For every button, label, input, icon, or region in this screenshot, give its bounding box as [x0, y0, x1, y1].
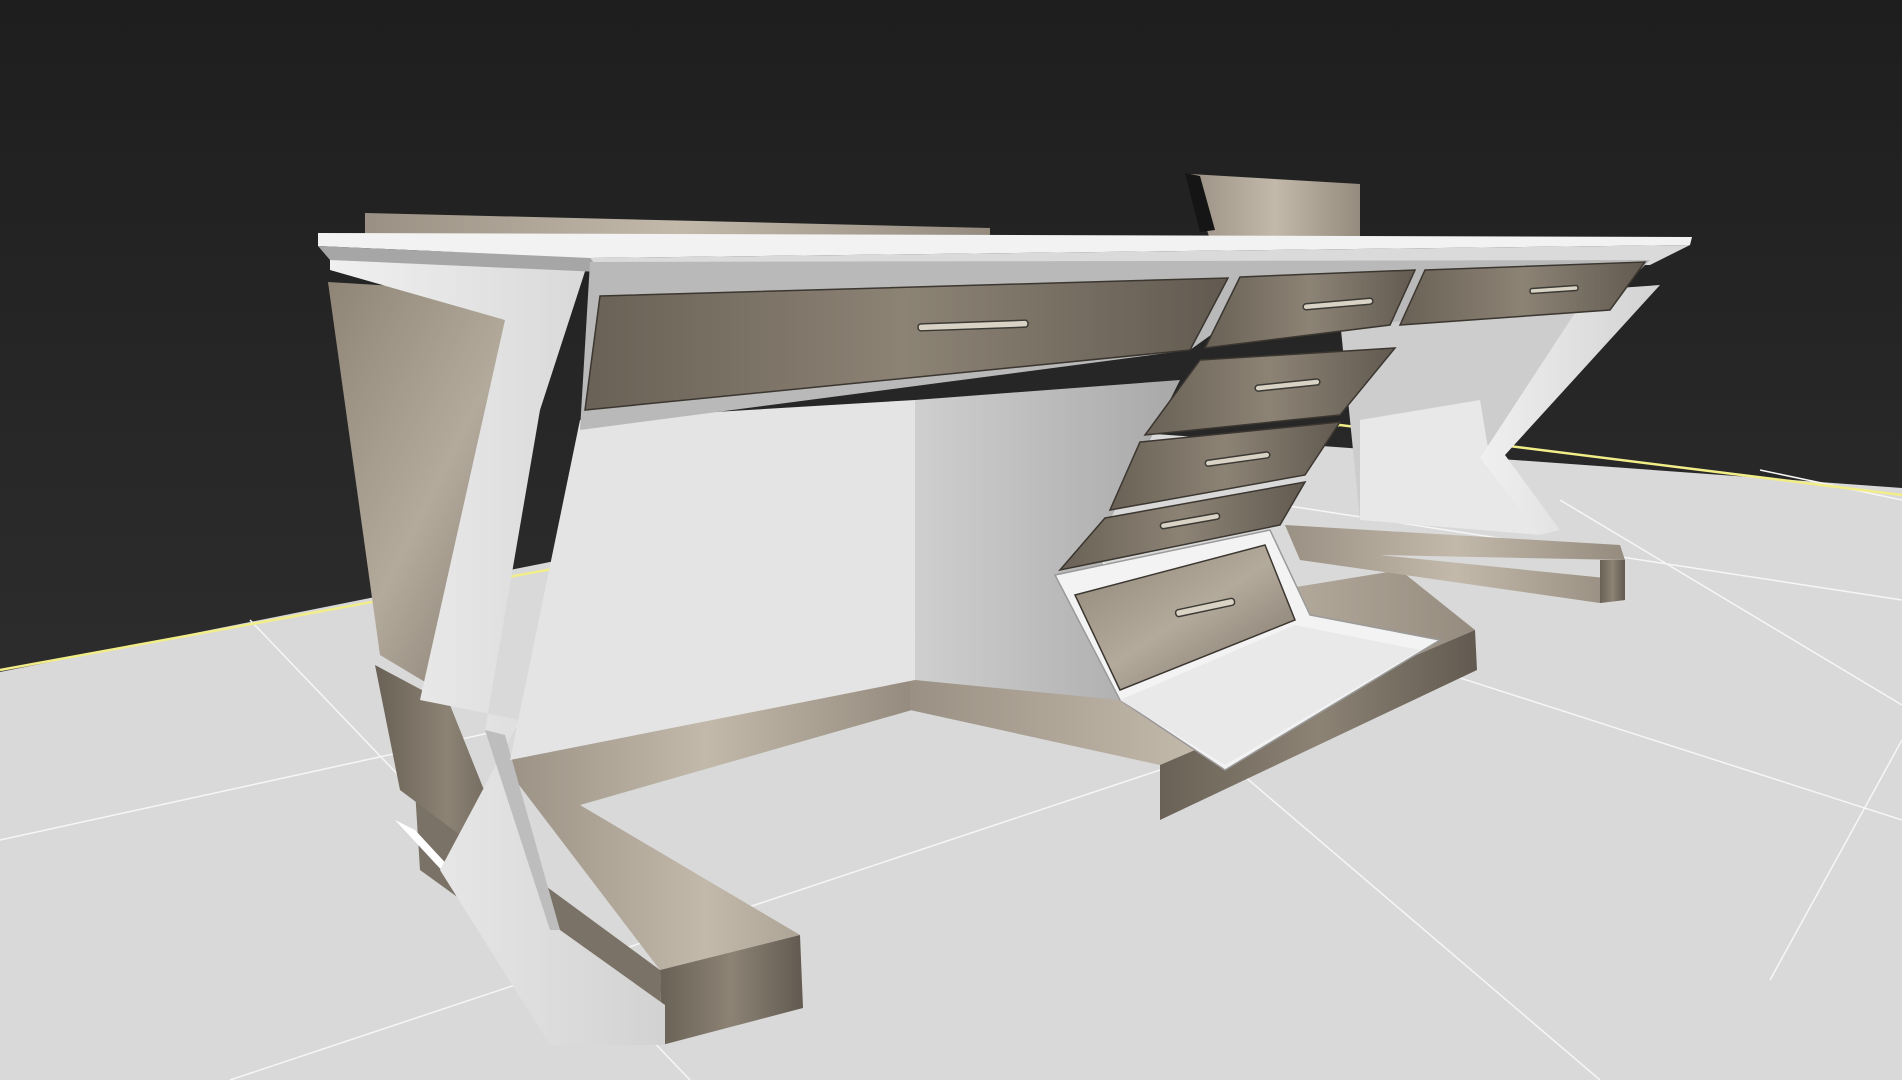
base-right-front	[1600, 560, 1625, 603]
back-panel-top	[1190, 174, 1360, 240]
viewport-scene	[0, 0, 1902, 1080]
3d-viewport[interactable]	[0, 0, 1902, 1080]
